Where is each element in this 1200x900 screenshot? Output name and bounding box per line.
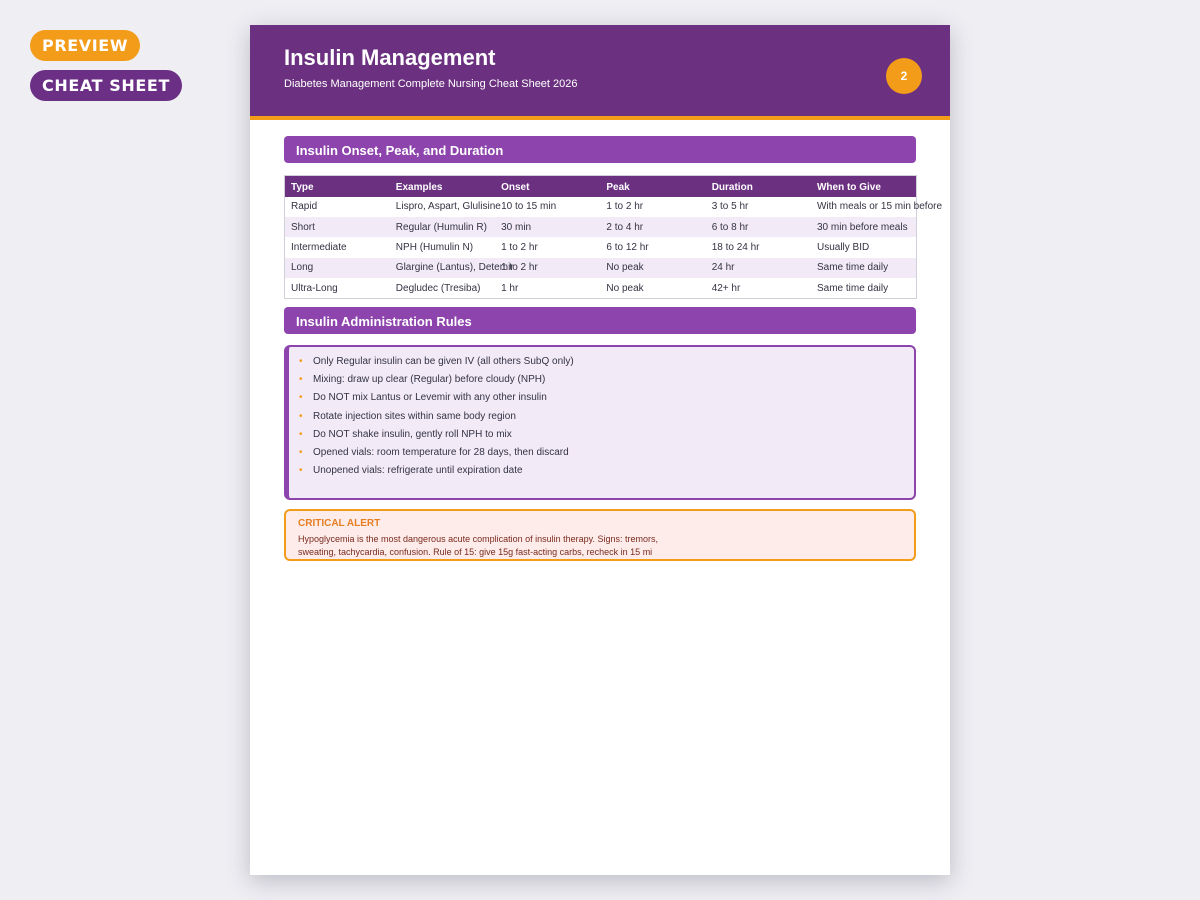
rules-list: • Only Regular insulin can be given IV (a… bbox=[289, 347, 914, 480]
column-header: When to Give bbox=[810, 175, 917, 197]
bullet-icon: • bbox=[299, 410, 303, 422]
list-item-text: Opened vials: room temperature for 28 da… bbox=[313, 446, 569, 458]
list-item: • Do NOT shake insulin, gently roll NPH t… bbox=[299, 426, 914, 444]
cheat-sheet-badge: CHEAT SHEET bbox=[30, 70, 182, 101]
column-header: Examples bbox=[389, 175, 496, 197]
table-header-row: Type Examples Onset Peak Duration When t… bbox=[284, 175, 917, 197]
page-title: Insulin Management bbox=[284, 45, 496, 70]
bullet-icon: • bbox=[299, 374, 303, 386]
list-item-text: Mixing: draw up clear (Regular) before c… bbox=[313, 374, 546, 386]
table-cell: Glargine (Lantus), Detemir bbox=[389, 257, 514, 279]
table-cell: Short bbox=[284, 216, 390, 238]
column-header: Duration bbox=[705, 175, 811, 197]
bullet-icon: • bbox=[299, 465, 303, 477]
table-cell: 1 to 2 hr bbox=[495, 237, 601, 258]
alert-text: Hypoglycemia is the most dangerous acute… bbox=[298, 534, 659, 557]
list-item: • Opened vials: room temperature for 28 d… bbox=[299, 444, 914, 462]
list-item: • Mixing: draw up clear (Regular) before … bbox=[299, 371, 914, 389]
bullet-icon: • bbox=[299, 392, 303, 404]
page-subtitle: Diabetes Management Complete Nursing Che… bbox=[284, 78, 578, 90]
list-item-text: Unopened vials: refrigerate until expira… bbox=[313, 465, 523, 477]
table-cell: 10 to 15 min bbox=[495, 196, 601, 217]
table-cell: Same time daily bbox=[810, 257, 917, 279]
insulin-table: Type Examples Onset Peak Duration When t… bbox=[284, 175, 942, 299]
column-header: Type bbox=[284, 175, 390, 197]
table-row: Ultra-Long Degludec (Tresiba) 1 hr No pe… bbox=[284, 278, 917, 299]
table-cell: 1 to 2 hr bbox=[600, 196, 706, 217]
table-cell: Regular (Humulin R) bbox=[389, 216, 496, 238]
critical-alert-box: CRITICAL ALERT Hypoglycemia is the most … bbox=[284, 509, 916, 561]
column-header: Onset bbox=[495, 175, 601, 197]
table-cell: With meals or 15 min before bbox=[810, 196, 942, 217]
table-cell: 18 to 24 hr bbox=[705, 237, 811, 258]
table-cell: 1 to 2 hr bbox=[495, 257, 601, 279]
rules-box: • Only Regular insulin can be given IV (a… bbox=[284, 345, 916, 500]
list-item: • Unopened vials: refrigerate until expir… bbox=[299, 462, 914, 480]
bullet-icon: • bbox=[299, 356, 303, 367]
table-cell: 1 hr bbox=[495, 278, 601, 299]
table-cell: 2 to 4 hr bbox=[600, 216, 706, 238]
table-cell: 24 hr bbox=[705, 257, 811, 279]
list-item-text: Do NOT shake insulin, gently roll NPH to… bbox=[313, 428, 512, 440]
table-cell: Usually BID bbox=[810, 237, 917, 258]
table-cell: Long bbox=[284, 257, 390, 279]
table-cell: 30 min bbox=[495, 216, 601, 238]
page-header: Insulin Management Diabetes Management C… bbox=[250, 25, 950, 120]
table-cell: No peak bbox=[600, 257, 706, 279]
list-item-text: Rotate injection sites within same body … bbox=[313, 410, 516, 422]
list-item: • Only Regular insulin can be given IV (a… bbox=[299, 353, 914, 371]
bullet-icon: • bbox=[299, 428, 303, 440]
section-header-rules: Insulin Administration Rules bbox=[284, 307, 916, 334]
alert-title: CRITICAL ALERT bbox=[298, 518, 381, 529]
list-item-text: Only Regular insulin can be given IV (al… bbox=[313, 356, 574, 367]
table-cell: NPH (Humulin N) bbox=[389, 237, 496, 258]
table-row: Long Glargine (Lantus), Detemir 1 to 2 h… bbox=[284, 257, 917, 279]
table-cell: Intermediate bbox=[284, 237, 390, 258]
section-header-onset: Insulin Onset, Peak, and Duration bbox=[284, 136, 916, 163]
table-cell: 30 min before meals bbox=[810, 216, 917, 238]
table-cell: 3 to 5 hr bbox=[705, 196, 811, 217]
table-cell: 6 to 12 hr bbox=[600, 237, 706, 258]
table-row: Rapid Lispro, Aspart, Glulisine 10 to 15… bbox=[284, 196, 942, 217]
list-item: • Do NOT mix Lantus or Levemir with any o… bbox=[299, 389, 914, 407]
table-cell: No peak bbox=[600, 278, 706, 299]
list-item-text: Do NOT mix Lantus or Levemir with any ot… bbox=[313, 392, 547, 404]
table-cell: Degludec (Tresiba) bbox=[389, 278, 496, 299]
document-page: Insulin Management Diabetes Management C… bbox=[250, 25, 950, 875]
list-item: • Rotate injection sites within same body… bbox=[299, 408, 914, 426]
table-row: Short Regular (Humulin R) 30 min 2 to 4 … bbox=[284, 216, 917, 238]
page-number-badge: 2 bbox=[886, 58, 922, 94]
table-cell: Lispro, Aspart, Glulisine bbox=[389, 196, 501, 217]
column-header: Peak bbox=[600, 175, 706, 197]
table-cell: 6 to 8 hr bbox=[705, 216, 811, 238]
preview-badge: PREVIEW bbox=[30, 30, 141, 61]
table-cell: Rapid bbox=[284, 196, 390, 217]
table-row: Intermediate NPH (Humulin N) 1 to 2 hr 6… bbox=[284, 237, 917, 258]
table-cell: 42+ hr bbox=[705, 278, 811, 299]
table-cell: Same time daily bbox=[810, 278, 917, 299]
table-cell: Ultra-Long bbox=[284, 278, 390, 299]
bullet-icon: • bbox=[299, 446, 303, 458]
